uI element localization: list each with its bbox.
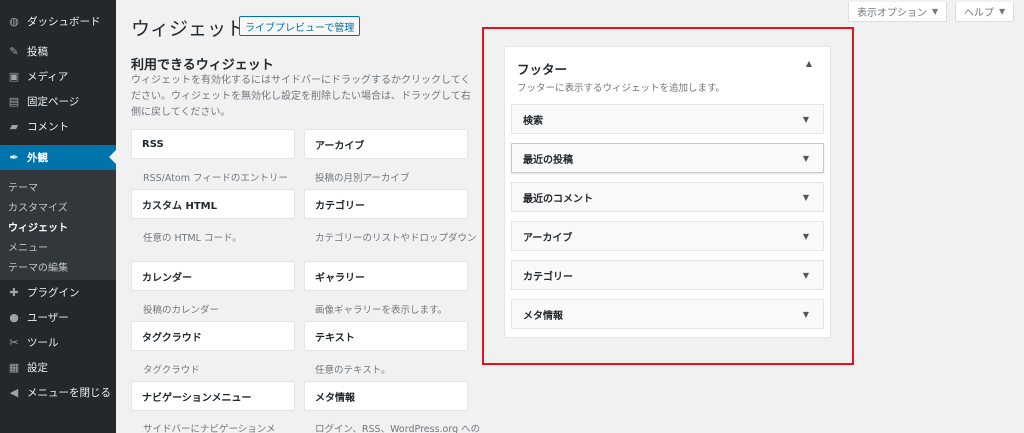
expand-arrow-icon[interactable]: ▼ <box>803 193 809 202</box>
menu-item-comments[interactable]: ▰ コメント <box>0 114 116 139</box>
widget-categories[interactable]: カテゴリー <box>304 189 468 219</box>
widget-description: サイドバーにナビゲーションメ <box>143 424 276 433</box>
screen-options-label: 表示オプション <box>857 8 927 19</box>
comment-icon: ▰ <box>9 120 19 133</box>
widget-archives[interactable]: アーカイブ <box>304 129 468 159</box>
submenu-item-theme-editor[interactable]: テーマの編集 <box>0 256 116 276</box>
footer-widget-categories[interactable]: カテゴリー ▼ <box>511 260 824 290</box>
menu-label: 固定ページ <box>27 96 80 108</box>
widget-title: メタ情報 <box>523 310 563 322</box>
widget-text[interactable]: テキスト <box>304 321 468 351</box>
widget-meta[interactable]: メタ情報 <box>304 381 468 411</box>
menu-item-settings[interactable]: ▦ 設定 <box>0 355 116 380</box>
footer-widget-meta[interactable]: メタ情報 ▼ <box>511 299 824 329</box>
screen-options-button[interactable]: 表示オプション ▼ <box>848 2 948 22</box>
widget-title: 最近の投稿 <box>523 154 573 166</box>
collapse-arrow-icon[interactable]: ▲ <box>806 59 812 68</box>
menu-item-plugins[interactable]: ✚ プラグイン <box>0 280 116 305</box>
widget-description: 投稿のカレンダー <box>143 305 220 316</box>
widget-description: カテゴリーのリストやドロップダウン <box>315 233 477 244</box>
available-widgets-description: ウィジェットを有効化するにはサイドバーにドラッグするかクリックしてください。ウィ… <box>131 75 471 118</box>
widget-navigation-menu[interactable]: ナビゲーションメニュー <box>131 381 295 411</box>
expand-arrow-icon[interactable]: ▼ <box>803 232 809 241</box>
media-icon: ▣ <box>8 70 20 83</box>
widget-rss[interactable]: RSS <box>131 129 295 159</box>
settings-icon: ▦ <box>8 361 20 374</box>
live-preview-button[interactable]: ライブプレビューで管理 <box>239 16 361 36</box>
menu-item-media[interactable]: ▣ メディア <box>0 64 116 89</box>
menu-label: ツール <box>27 337 59 349</box>
dashboard-icon: ◍ <box>9 15 19 28</box>
admin-sidebar: ◍ ダッシュボード ✎ 投稿 ▣ メディア ▤ 固定ページ ▰ コメント ✒ 外観 テーマ … <box>0 0 116 433</box>
footer-widget-area: フッター ▲ フッターに表示するウィジェットを追加します。 検索 ▼ 最近の投稿 ▼… <box>504 46 831 338</box>
pin-icon: ✎ <box>9 45 19 58</box>
menu-label: プラグイン <box>27 287 80 299</box>
footer-area-description: フッターに表示するウィジェットを追加します。 <box>517 83 726 94</box>
footer-widget-archives[interactable]: アーカイブ ▼ <box>511 221 824 251</box>
widget-tag-cloud[interactable]: タグクラウド <box>131 321 295 351</box>
collapse-icon: ◀ <box>9 386 19 399</box>
menu-item-tools[interactable]: ✂ ツール <box>0 330 116 355</box>
footer-widget-recent-posts[interactable]: 最近の投稿 ▼ <box>511 143 824 173</box>
available-widgets-title: 利用できるウィジェット <box>131 58 274 73</box>
menu-label: メニューを閉じる <box>27 387 111 399</box>
menu-label: ダッシュボード <box>27 16 101 28</box>
widget-description: ログイン、RSS、WordPress.org への <box>315 424 481 433</box>
page-title: ウィジェット <box>131 18 246 40</box>
widget-calendar[interactable]: カレンダー <box>131 261 295 291</box>
menu-item-dashboard[interactable]: ◍ ダッシュボード <box>0 9 116 34</box>
footer-widget-search[interactable]: 検索 ▼ <box>511 104 824 134</box>
submenu-item-menus[interactable]: メニュー <box>0 236 116 256</box>
menu-item-users[interactable]: ● ユーザー <box>0 305 116 330</box>
footer-area-title[interactable]: フッター <box>517 59 567 78</box>
menu-label: メディア <box>27 71 69 83</box>
expand-arrow-icon[interactable]: ▼ <box>803 115 809 124</box>
caret-down-icon: ▼ <box>932 7 939 16</box>
submenu-item-customize[interactable]: カスタマイズ <box>0 196 116 216</box>
menu-label: コメント <box>27 121 69 133</box>
expand-arrow-icon[interactable]: ▼ <box>803 271 809 280</box>
widget-title: 最近のコメント <box>523 193 593 205</box>
widget-title: 検索 <box>523 115 543 127</box>
menu-item-collapse[interactable]: ◀ メニューを閉じる <box>0 380 116 405</box>
widget-custom-html[interactable]: カスタム HTML <box>131 189 295 219</box>
appearance-submenu: テーマ カスタマイズ ウィジェット メニュー テーマの編集 <box>0 170 116 280</box>
menu-label: 外観 <box>27 152 48 164</box>
plugin-icon: ✚ <box>9 286 19 299</box>
widget-description: RSS/Atom フィードのエントリー <box>143 173 288 184</box>
menu-label: ユーザー <box>27 312 69 324</box>
widget-gallery[interactable]: ギャラリー <box>304 261 468 291</box>
submenu-item-widgets[interactable]: ウィジェット <box>0 216 116 236</box>
widget-description: タグクラウド <box>143 365 200 376</box>
wrench-icon: ✂ <box>9 336 19 349</box>
widget-title: カテゴリー <box>523 271 573 283</box>
widget-title: アーカイブ <box>523 232 573 244</box>
menu-item-pages[interactable]: ▤ 固定ページ <box>0 89 116 114</box>
menu-label: 投稿 <box>27 46 48 58</box>
caret-down-icon: ▼ <box>999 7 1006 16</box>
footer-widget-recent-comments[interactable]: 最近のコメント ▼ <box>511 182 824 212</box>
widget-description: 画像ギャラリーを表示します。 <box>315 305 448 316</box>
menu-item-appearance[interactable]: ✒ 外観 <box>0 145 116 170</box>
widget-description: 投稿の月別アーカイブ <box>315 173 410 184</box>
help-label: ヘルプ <box>964 8 994 19</box>
user-icon: ● <box>9 311 19 324</box>
widget-description: 任意のテキスト。 <box>315 365 391 376</box>
submenu-item-themes[interactable]: テーマ <box>0 176 116 196</box>
menu-item-posts[interactable]: ✎ 投稿 <box>0 39 116 64</box>
widget-description: 任意の HTML コード。 <box>143 233 242 244</box>
help-button[interactable]: ヘルプ ▼ <box>955 2 1015 22</box>
menu-label: 設定 <box>27 362 48 374</box>
paintbrush-icon: ✒ <box>9 151 19 164</box>
page-icon: ▤ <box>8 95 20 108</box>
expand-arrow-icon[interactable]: ▼ <box>803 310 809 319</box>
expand-arrow-icon[interactable]: ▼ <box>803 154 809 163</box>
